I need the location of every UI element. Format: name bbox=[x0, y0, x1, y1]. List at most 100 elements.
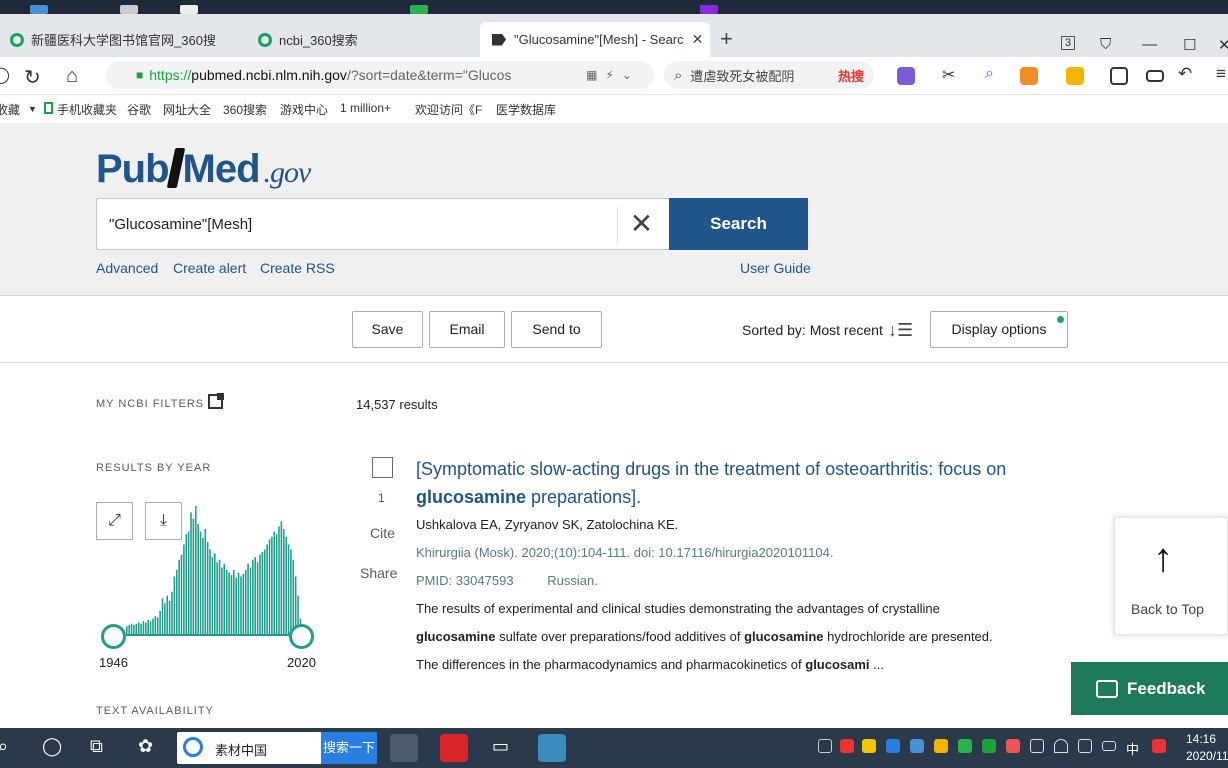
tray-app-icon[interactable] bbox=[840, 739, 854, 753]
histogram-bar[interactable] bbox=[209, 549, 211, 634]
histogram-bar[interactable] bbox=[259, 554, 261, 634]
maximize-icon[interactable]: ☐ bbox=[1183, 36, 1196, 54]
histogram-bar[interactable] bbox=[290, 549, 292, 634]
sogou-icon[interactable] bbox=[1152, 739, 1166, 753]
url-field[interactable]: ■ https:// pubmed.ncbi.nlm.nih.gov /?sor… bbox=[106, 61, 654, 89]
histogram-bar[interactable] bbox=[135, 623, 138, 634]
create-rss-link[interactable]: Create RSS bbox=[260, 260, 335, 276]
notepad-icon[interactable] bbox=[538, 734, 566, 762]
tab-library[interactable]: 新疆医科大学图书馆官网_360搜 bbox=[10, 22, 240, 57]
tray-app-icon[interactable] bbox=[862, 739, 876, 753]
back-to-top-button[interactable]: ↑ Back to Top bbox=[1114, 517, 1228, 635]
advanced-link[interactable]: Advanced bbox=[96, 260, 158, 276]
share-button[interactable]: Share bbox=[360, 565, 397, 581]
reload-icon[interactable]: ↻ bbox=[24, 65, 41, 90]
video-icon[interactable]: ▭ bbox=[492, 736, 509, 757]
histogram-bar[interactable] bbox=[161, 598, 164, 634]
tray-app-icon[interactable] bbox=[886, 739, 900, 753]
tray-app-icon[interactable] bbox=[910, 739, 924, 753]
histogram-bar[interactable] bbox=[254, 557, 257, 634]
back-icon[interactable]: ◯ bbox=[0, 65, 10, 85]
game-icon[interactable] bbox=[1020, 67, 1038, 85]
email-button[interactable]: Email bbox=[429, 311, 505, 348]
wifi-icon[interactable] bbox=[1054, 739, 1068, 753]
search-input[interactable]: "Glucosamine"[Mesh] ✕ bbox=[96, 198, 670, 250]
clear-search-icon[interactable]: ✕ bbox=[617, 207, 665, 243]
youdao-icon[interactable] bbox=[440, 734, 468, 762]
histogram-bar[interactable] bbox=[268, 539, 271, 634]
histogram-bar[interactable] bbox=[137, 622, 140, 634]
apps-grid-icon[interactable] bbox=[1110, 67, 1128, 85]
close-window-icon[interactable]: ✕ bbox=[1218, 36, 1228, 54]
histogram-bar[interactable] bbox=[230, 575, 233, 634]
year-start-handle[interactable] bbox=[101, 624, 126, 649]
histogram-bar[interactable] bbox=[225, 570, 228, 634]
bookmark-item[interactable]: 游戏中心 bbox=[280, 101, 328, 118]
histogram-bar[interactable] bbox=[221, 567, 223, 634]
histogram-bar[interactable] bbox=[244, 570, 247, 634]
histogram-bar[interactable] bbox=[282, 529, 285, 634]
histogram-bar[interactable] bbox=[280, 521, 283, 634]
histogram-bar[interactable] bbox=[178, 559, 180, 634]
coupon-icon[interactable] bbox=[1066, 67, 1084, 85]
wechat-icon[interactable] bbox=[958, 739, 972, 753]
feedback-button[interactable]: Feedback bbox=[1071, 662, 1228, 715]
minimize-icon[interactable]: — bbox=[1142, 36, 1157, 53]
tray-pc-icon[interactable] bbox=[1030, 739, 1044, 753]
year-end-handle[interactable] bbox=[289, 624, 314, 649]
tab-ncbi[interactable]: ncbi_360搜索 bbox=[258, 22, 468, 57]
display-options-button[interactable]: Display options bbox=[930, 311, 1068, 348]
send-to-button[interactable]: Send to bbox=[511, 311, 602, 348]
histogram-bar[interactable] bbox=[202, 538, 204, 634]
create-alert-link[interactable]: Create alert bbox=[173, 260, 246, 276]
bookmark-item[interactable]: 欢迎访问《F bbox=[415, 101, 482, 118]
shirt-icon[interactable]: ⛉ bbox=[1100, 36, 1111, 53]
histogram-bar[interactable] bbox=[261, 552, 264, 634]
histogram-bar[interactable] bbox=[256, 562, 259, 634]
bookmark-item[interactable]: 医学数据库 bbox=[496, 101, 556, 118]
result-title-link[interactable]: [Symptomatic slow-acting drugs in the tr… bbox=[416, 455, 1076, 511]
sort-label[interactable]: Sorted by: Most recent bbox=[742, 322, 883, 338]
histogram-bar[interactable] bbox=[140, 623, 142, 634]
histogram-bar[interactable] bbox=[206, 541, 209, 634]
result-checkbox[interactable] bbox=[372, 457, 393, 478]
home-icon[interactable]: ⌂ bbox=[66, 65, 78, 88]
histogram-bar[interactable] bbox=[211, 557, 214, 634]
user-guide-link[interactable]: User Guide bbox=[740, 260, 811, 276]
histogram-bar[interactable] bbox=[183, 544, 185, 634]
tray-shield-icon[interactable] bbox=[934, 739, 948, 753]
histogram-bar[interactable] bbox=[154, 616, 157, 634]
histogram-bar[interactable] bbox=[214, 553, 216, 634]
histogram-bar[interactable] bbox=[149, 621, 152, 634]
histogram-bar[interactable] bbox=[156, 617, 159, 634]
histogram-bar[interactable] bbox=[275, 534, 278, 634]
new-tab-icon[interactable]: + bbox=[720, 26, 733, 52]
histogram-bar[interactable] bbox=[185, 534, 188, 634]
histogram-bar[interactable] bbox=[190, 512, 192, 634]
histogram-bar[interactable] bbox=[247, 563, 249, 634]
histogram-bar[interactable] bbox=[194, 506, 197, 634]
histogram-bar[interactable] bbox=[173, 576, 176, 634]
histogram-bar[interactable] bbox=[187, 531, 190, 634]
bookmark-item[interactable]: 1 million+ bbox=[340, 101, 391, 115]
histogram-bar[interactable] bbox=[287, 544, 290, 634]
bookmark-item[interactable]: 360搜索 bbox=[223, 101, 267, 118]
side-search-field[interactable]: ⌕ 遭虐致死女被配阴 热搜 bbox=[664, 61, 874, 89]
tray-app-icon[interactable] bbox=[1006, 739, 1020, 753]
taskbar-search-button[interactable]: 搜索一下 bbox=[321, 732, 377, 764]
url-actions-icon[interactable]: ▦⚡⌄ bbox=[586, 68, 640, 82]
tab-count-badge[interactable]: 3 bbox=[1061, 36, 1076, 50]
histogram-bar[interactable] bbox=[180, 554, 183, 634]
year-histogram[interactable] bbox=[96, 490, 306, 638]
histogram-bar[interactable] bbox=[242, 573, 245, 634]
histogram-bar[interactable] bbox=[216, 562, 218, 634]
histogram-bar[interactable] bbox=[175, 570, 178, 634]
histogram-bar[interactable] bbox=[192, 518, 195, 634]
histogram-bar[interactable] bbox=[249, 567, 252, 634]
histogram-bar[interactable] bbox=[271, 536, 273, 634]
tray-app-icon[interactable] bbox=[982, 739, 996, 753]
chevron-down-icon[interactable]: ▼ bbox=[28, 104, 37, 114]
histogram-bar[interactable] bbox=[292, 559, 295, 634]
close-tab-icon[interactable]: ✕ bbox=[692, 31, 704, 48]
histogram-bar[interactable] bbox=[133, 625, 135, 634]
